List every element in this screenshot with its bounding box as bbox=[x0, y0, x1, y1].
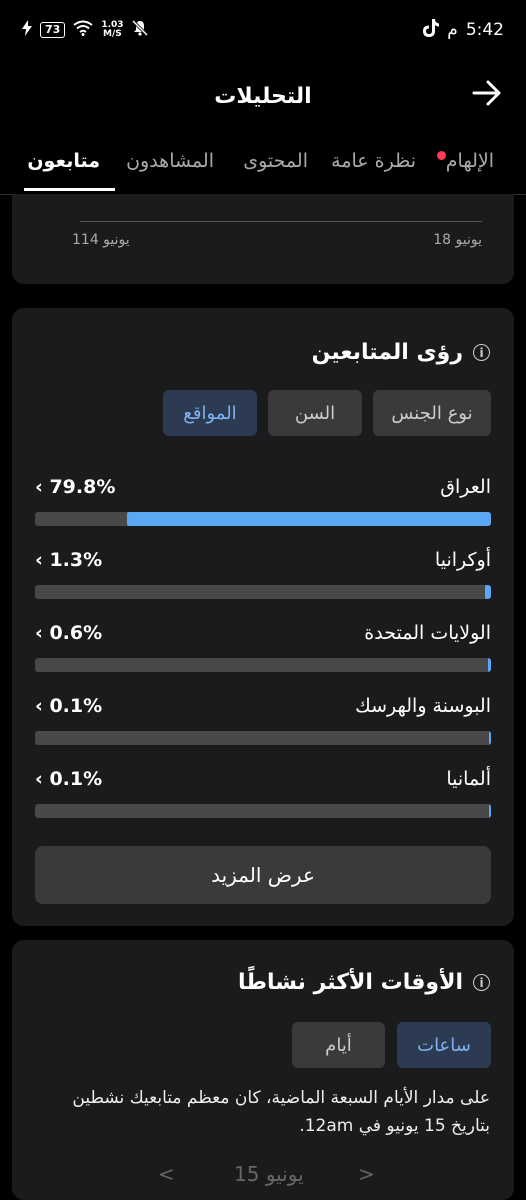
filter-days-label: أيام bbox=[325, 1034, 352, 1056]
tab-content[interactable]: المحتوى bbox=[243, 150, 308, 172]
location-bar-track bbox=[35, 512, 491, 526]
tab-viewers-label: المشاهدون bbox=[126, 150, 214, 172]
location-name: البوسنة والهرسك bbox=[355, 695, 491, 717]
follower-insights-header: رؤى المتابعين i bbox=[312, 340, 490, 365]
show-more-button[interactable]: عرض المزيد bbox=[35, 846, 491, 904]
header: التحليلات bbox=[0, 60, 526, 132]
active-tab-indicator bbox=[24, 188, 115, 191]
status-bar: 73 1.03 M/S م 5:42 bbox=[0, 0, 526, 60]
location-percentage-value: 0.6% bbox=[49, 622, 103, 644]
chevron-left-icon[interactable]: < bbox=[158, 1162, 175, 1186]
filter-hours[interactable]: ساعات bbox=[397, 1022, 491, 1068]
chart-axis-line bbox=[80, 221, 482, 222]
location-percentage: ‹ 1.3% bbox=[35, 549, 102, 571]
location-row[interactable]: ‹ 0.1% ألمانيا bbox=[35, 768, 491, 828]
active-times-card: الأوقات الأكثر نشاطًا i ساعات أيام على م… bbox=[12, 940, 514, 1200]
location-bar-track bbox=[35, 585, 491, 599]
location-percentage: ‹ 0.1% bbox=[35, 768, 102, 790]
location-bar-fill bbox=[489, 731, 491, 745]
active-times-header: الأوقات الأكثر نشاطًا i bbox=[238, 970, 490, 995]
tab-inspiration-label: الإلهام bbox=[445, 150, 494, 172]
location-bar-fill bbox=[127, 512, 491, 526]
chevron-left-icon: ‹ bbox=[35, 549, 50, 571]
charging-icon bbox=[22, 19, 32, 41]
show-more-label: عرض المزيد bbox=[211, 863, 315, 887]
location-name: الولايات المتحدة bbox=[364, 622, 491, 644]
date-label: 15 يونيو bbox=[234, 1162, 304, 1186]
filter-gender[interactable]: نوع الجنس bbox=[373, 390, 491, 436]
chevron-left-icon: ‹ bbox=[35, 768, 50, 790]
arrow-right-icon bbox=[472, 80, 501, 106]
clock: 5:42 bbox=[465, 20, 504, 40]
tab-inspiration[interactable]: الإلهام bbox=[446, 150, 494, 172]
filter-days[interactable]: أيام bbox=[292, 1022, 385, 1068]
notification-dot bbox=[437, 151, 446, 160]
followers-chart-card: يونيو 18 يونيو 114 bbox=[12, 194, 514, 284]
ampm: م bbox=[447, 20, 458, 40]
tab-overview[interactable]: نظرة عامة bbox=[331, 150, 416, 172]
follower-insights-card: رؤى المتابعين i نوع الجنس السن المواقع ‹… bbox=[12, 308, 514, 926]
location-bar-fill bbox=[485, 585, 491, 599]
status-time-area: م 5:42 bbox=[423, 18, 504, 42]
tab-content-label: المحتوى bbox=[243, 150, 308, 172]
location-row[interactable]: ‹ 1.3% أوكرانيا bbox=[35, 549, 491, 609]
chart-x-label: يونيو 114 bbox=[72, 232, 130, 248]
info-icon[interactable]: i bbox=[473, 344, 490, 361]
location-percentage: ‹ 0.1% bbox=[35, 695, 102, 717]
tiktok-icon bbox=[423, 18, 440, 42]
filter-gender-label: نوع الجنس bbox=[391, 402, 473, 424]
tab-followers[interactable]: متابعون bbox=[27, 150, 100, 172]
filter-age-label: السن bbox=[294, 402, 336, 424]
location-bar-track bbox=[35, 658, 491, 672]
status-icons: 73 1.03 M/S bbox=[22, 19, 148, 41]
network-speed: 1.03 M/S bbox=[101, 21, 123, 39]
back-button[interactable] bbox=[472, 80, 502, 110]
location-row[interactable]: ‹ 0.6% الولايات المتحدة bbox=[35, 622, 491, 682]
location-bar-track bbox=[35, 804, 491, 818]
tab-overview-label: نظرة عامة bbox=[331, 150, 416, 172]
section-title: رؤى المتابعين bbox=[311, 340, 463, 365]
location-percentage-value: 79.8% bbox=[49, 476, 116, 498]
info-icon[interactable]: i bbox=[473, 974, 490, 991]
location-percentage-value: 0.1% bbox=[49, 768, 103, 790]
chevron-right-icon[interactable]: > bbox=[358, 1162, 375, 1186]
location-row[interactable]: ‹ 79.8% العراق bbox=[35, 476, 491, 536]
tab-followers-label: متابعون bbox=[27, 150, 100, 172]
location-bar-fill bbox=[489, 804, 491, 818]
filter-hours-label: ساعات bbox=[417, 1034, 471, 1056]
location-percentage: ‹ 0.6% bbox=[35, 622, 102, 644]
location-name: أوكرانيا bbox=[434, 549, 491, 571]
chevron-left-icon: ‹ bbox=[35, 622, 50, 644]
filter-age[interactable]: السن bbox=[268, 390, 362, 436]
network-speed-unit: M/S bbox=[103, 29, 122, 39]
location-percentage: ‹ 79.8% bbox=[35, 476, 115, 498]
wifi-icon bbox=[73, 20, 93, 41]
location-name: العراق bbox=[440, 476, 491, 498]
chevron-left-icon: ‹ bbox=[35, 476, 50, 498]
location-percentage-value: 0.1% bbox=[49, 695, 103, 717]
battery-icon: 73 bbox=[40, 22, 66, 38]
section-title: الأوقات الأكثر نشاطًا bbox=[238, 970, 463, 995]
page-title: التحليلات bbox=[214, 83, 312, 109]
filter-locations-label: المواقع bbox=[183, 402, 237, 424]
location-row[interactable]: ‹ 0.1% البوسنة والهرسك bbox=[35, 695, 491, 755]
chevron-left-icon: ‹ bbox=[35, 695, 50, 717]
tab-bar: الإلهام نظرة عامة المحتوى المشاهدون متاب… bbox=[0, 134, 526, 195]
location-percentage-value: 1.3% bbox=[49, 549, 103, 571]
location-bar-fill bbox=[488, 658, 491, 672]
location-bar-track bbox=[35, 731, 491, 745]
location-name: ألمانيا bbox=[446, 768, 491, 790]
tab-viewers[interactable]: المشاهدون bbox=[126, 150, 214, 172]
mute-icon bbox=[131, 19, 148, 41]
chart-x-label: يونيو 18 bbox=[433, 232, 482, 248]
active-times-description: على مدار الأيام السبعة الماضية، كان معظم… bbox=[72, 1088, 490, 1136]
filter-locations[interactable]: المواقع bbox=[163, 390, 257, 436]
